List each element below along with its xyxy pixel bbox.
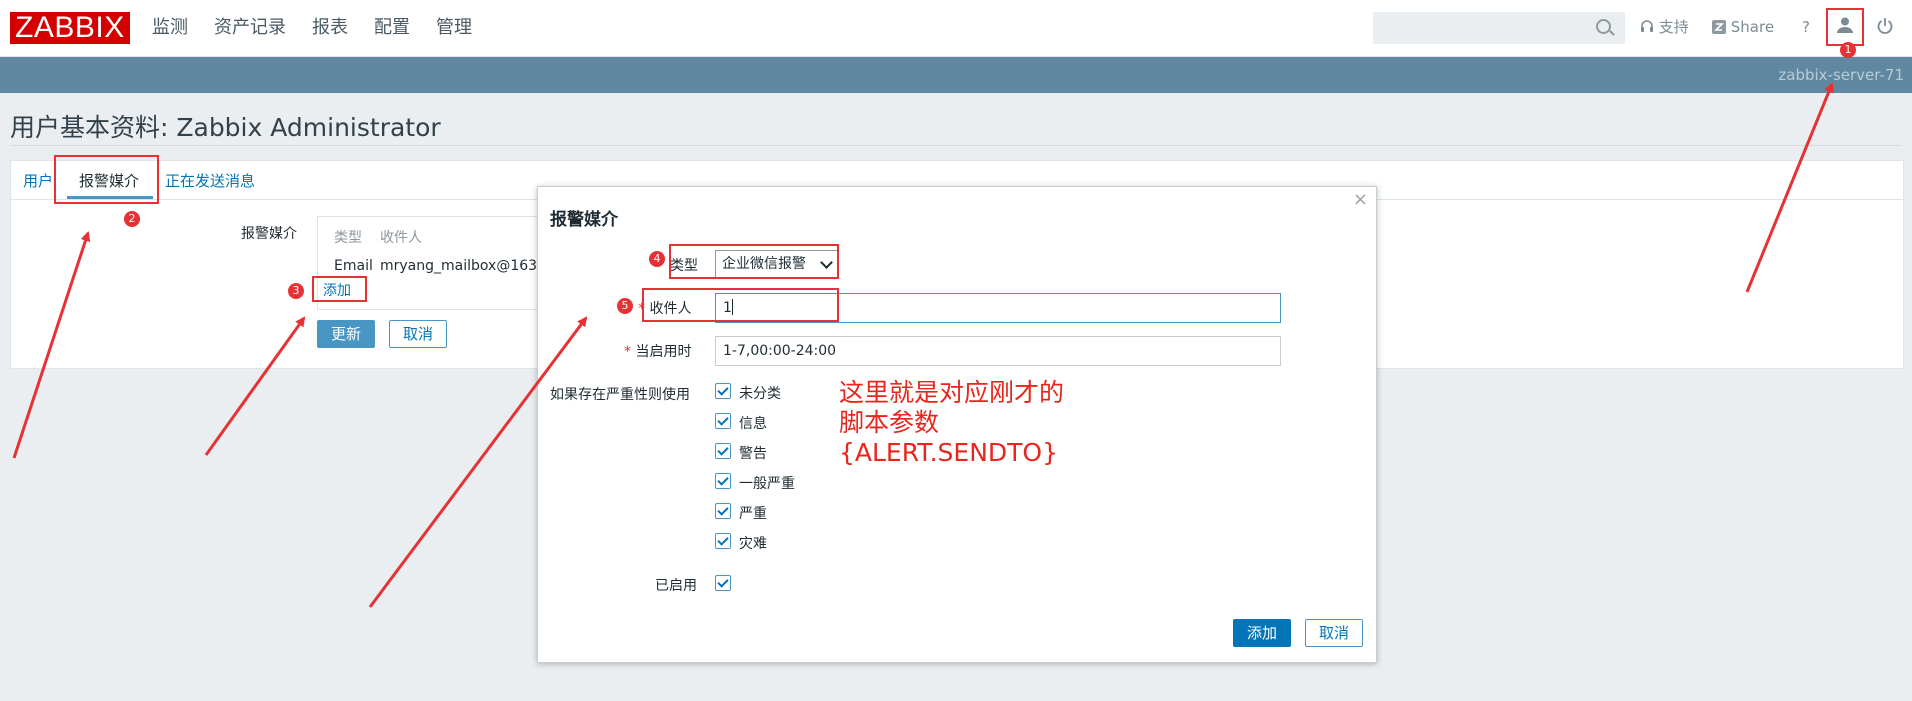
arrow-to-media-tab — [12, 231, 91, 459]
arrow-to-recipient-field — [368, 316, 588, 608]
arrow-to-add-link — [204, 316, 306, 456]
annotation-arrows — [12, 82, 1834, 608]
arrow-to-user-button — [1745, 82, 1834, 293]
